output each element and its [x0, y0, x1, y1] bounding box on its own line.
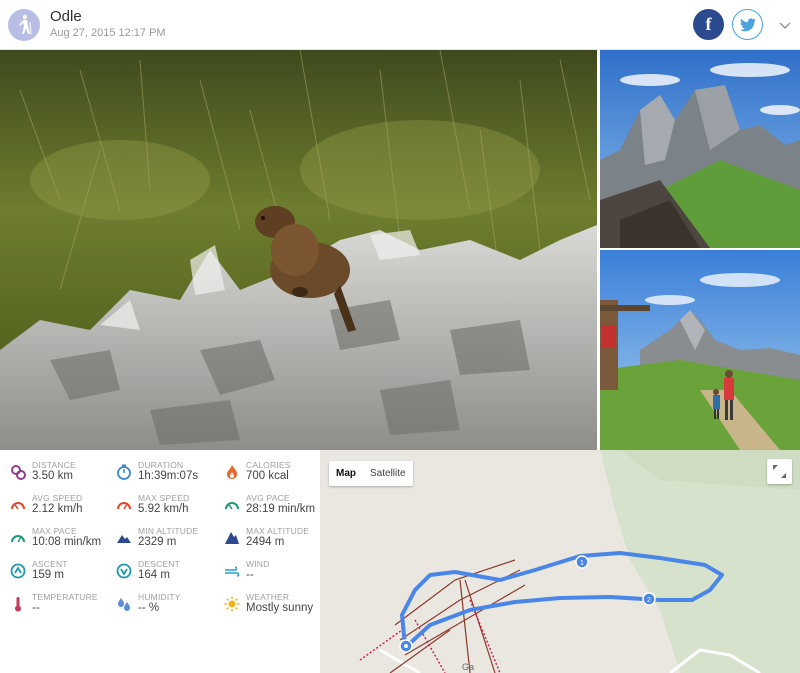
- max-speed-gauge-icon: [117, 502, 131, 510]
- stat-value: 700 kcal: [246, 470, 289, 482]
- stat-value: 28:19 min/km: [246, 503, 316, 515]
- stat-label: DURATION: [138, 460, 184, 470]
- activity-stats: DISTANCE 3.50 km DURATION 1h:39m:07s CALORIE…: [0, 450, 320, 673]
- stat-weather: WEATHER Mostly sunny: [224, 592, 329, 624]
- street-label: Ga: [462, 662, 474, 672]
- min-altitude-mountain-icon: [117, 535, 131, 543]
- hiker-icon: [8, 9, 40, 41]
- wind-icon: [225, 566, 240, 577]
- stat-descent: DESCENT 164 m: [116, 559, 221, 591]
- stat-label: CALORIES: [246, 460, 291, 470]
- stat-value: 164 m: [138, 569, 170, 581]
- facebook-icon: f: [705, 14, 712, 34]
- fullscreen-icon: [773, 465, 786, 478]
- stat-label: TEMPERATURE: [32, 592, 98, 602]
- stat-value: 3.50 km: [32, 470, 73, 482]
- route-marker-1[interactable]: 1: [575, 555, 589, 569]
- stat-value: 2494 m: [246, 536, 285, 548]
- stat-label: ASCENT: [32, 559, 68, 569]
- stat-value: 2.12 km/h: [32, 503, 83, 515]
- route-marker-2-label: 2: [647, 597, 651, 604]
- stat-label: DESCENT: [138, 559, 181, 569]
- facebook-share-button[interactable]: f: [693, 9, 724, 40]
- activity-date: Aug 27, 2015 12:17 PM: [50, 27, 166, 39]
- stat-value: 10:08 min/km: [32, 536, 102, 548]
- stat-label: WEATHER: [246, 592, 290, 602]
- stat-min-altitude: MIN ALTITUDE 2329 m: [116, 526, 221, 558]
- thermometer-icon: [15, 597, 21, 612]
- stat-humidity: HUMIDITY -- %: [116, 592, 221, 624]
- stat-value: 5.92 km/h: [138, 503, 189, 515]
- map-tab-map[interactable]: Map: [329, 461, 363, 486]
- activity-header: Odle Aug 27, 2015 12:17 PM f: [0, 0, 800, 50]
- descent-icon: [116, 563, 132, 579]
- route-marker-1-label: 1: [580, 560, 584, 567]
- map-tab-satellite[interactable]: Satellite: [363, 461, 413, 486]
- stat-duration: DURATION 1h:39m:07s: [116, 460, 221, 492]
- stat-calories: CALORIES 700 kcal: [224, 460, 329, 492]
- stat-avg-pace: AVG PACE 28:19 min/km: [224, 493, 329, 525]
- fullscreen-button[interactable]: [767, 459, 792, 484]
- sun-icon: [224, 596, 240, 612]
- activity-photo-marmot[interactable]: [0, 50, 597, 450]
- stat-value: 2329 m: [138, 536, 177, 548]
- stat-value: Mostly sunny: [246, 602, 314, 614]
- distance-icon: [11, 465, 26, 480]
- stat-label: WIND: [246, 559, 270, 569]
- stopwatch-icon: [117, 464, 131, 480]
- stat-label: HUMIDITY: [138, 592, 181, 602]
- stat-label: DISTANCE: [32, 460, 76, 470]
- flame-icon: [227, 465, 237, 479]
- route-marker-2[interactable]: 2: [642, 592, 656, 606]
- stat-temperature: TEMPERATURE --: [10, 592, 115, 624]
- stat-value: -- %: [138, 602, 160, 614]
- stat-wind: WIND --: [224, 559, 329, 591]
- stat-max-speed: MAX SPEED 5.92 km/h: [116, 493, 221, 525]
- route-map[interactable]: 1 2 Ga Map Satellite: [320, 450, 800, 673]
- stat-label: MIN ALTITUDE: [138, 526, 199, 536]
- chevron-down-icon[interactable]: [778, 18, 792, 32]
- map-type-toggle: Map Satellite: [329, 461, 413, 486]
- activity-photo-hikers[interactable]: [600, 250, 800, 450]
- stat-value: 1h:39m:07s: [138, 470, 199, 482]
- activity-card: Odle Aug 27, 2015 12:17 PM f DISTANCE 3.…: [0, 0, 800, 673]
- stat-avg-speed: AVG SPEED 2.12 km/h: [10, 493, 115, 525]
- stat-label: MAX ALTITUDE: [246, 526, 310, 536]
- twitter-share-button[interactable]: [732, 9, 763, 40]
- stat-max-altitude: MAX ALTITUDE 2494 m: [224, 526, 329, 558]
- twitter-icon: [739, 17, 756, 31]
- avg-pace-gauge-icon: [225, 502, 239, 510]
- start-pin-icon[interactable]: [399, 639, 413, 653]
- stat-distance: DISTANCE 3.50 km: [10, 460, 115, 492]
- stat-label: MAX PACE: [32, 526, 77, 536]
- activity-photo-peaks[interactable]: [600, 50, 800, 248]
- stat-label: MAX SPEED: [138, 493, 190, 503]
- stat-value: 159 m: [32, 569, 64, 581]
- stat-label: AVG PACE: [246, 493, 290, 503]
- humidity-drops-icon: [118, 598, 130, 611]
- max-altitude-mountain-icon: [225, 532, 239, 544]
- stat-max-pace: MAX PACE 10:08 min/km: [10, 526, 115, 558]
- stat-value: --: [32, 602, 40, 614]
- stat-ascent: ASCENT 159 m: [10, 559, 115, 591]
- activity-title: Odle: [50, 8, 82, 25]
- stat-label: AVG SPEED: [32, 493, 83, 503]
- max-pace-gauge-icon: [11, 535, 25, 543]
- avg-speed-gauge-icon: [11, 502, 25, 510]
- stat-value: --: [246, 569, 254, 581]
- ascent-icon: [10, 563, 26, 579]
